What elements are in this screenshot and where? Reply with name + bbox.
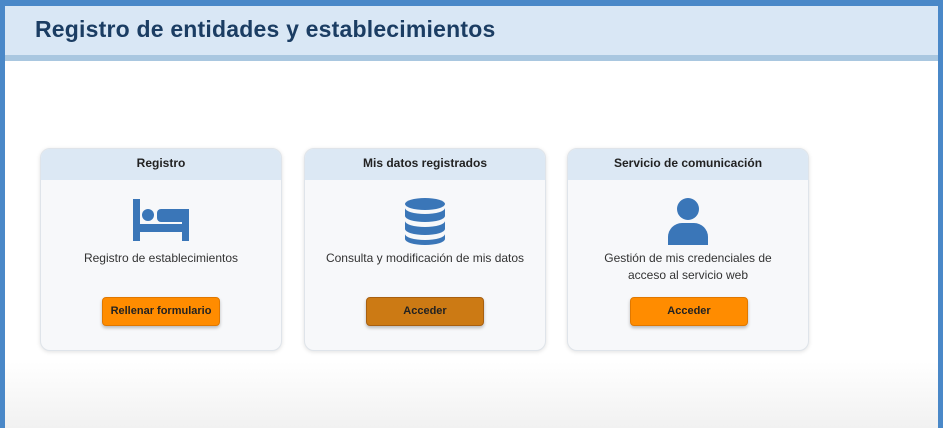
card-mis-datos: Mis datos registrados Consulta y modific… (304, 148, 546, 351)
card-title: Registro (41, 149, 281, 180)
bed-icon (41, 199, 281, 246)
card-description: Consulta y modificación de mis datos (325, 251, 525, 265)
database-icon (305, 197, 545, 250)
card-description: Gestión de mis credenciales de acceso al… (604, 251, 772, 282)
acceder-mis-datos-button[interactable]: Acceder (366, 297, 484, 326)
user-icon (568, 197, 808, 250)
page-title: Registro de entidades y establecimientos (35, 16, 496, 42)
page-header: Registro de entidades y establecimientos (5, 6, 938, 55)
card-title: Mis datos registrados (305, 149, 545, 180)
acceder-servicio-button[interactable]: Acceder (630, 297, 748, 326)
card-registro: Registro Registro de establecimientos Re… (40, 148, 282, 351)
card-servicio-comunicacion: Servicio de comunicación Gestión de mis … (567, 148, 809, 351)
card-title: Servicio de comunicación (568, 149, 808, 180)
window-right-border (938, 6, 943, 428)
card-description: Registro de establecimientos (83, 251, 239, 265)
rellenar-formulario-button[interactable]: Rellenar formulario (102, 297, 220, 326)
